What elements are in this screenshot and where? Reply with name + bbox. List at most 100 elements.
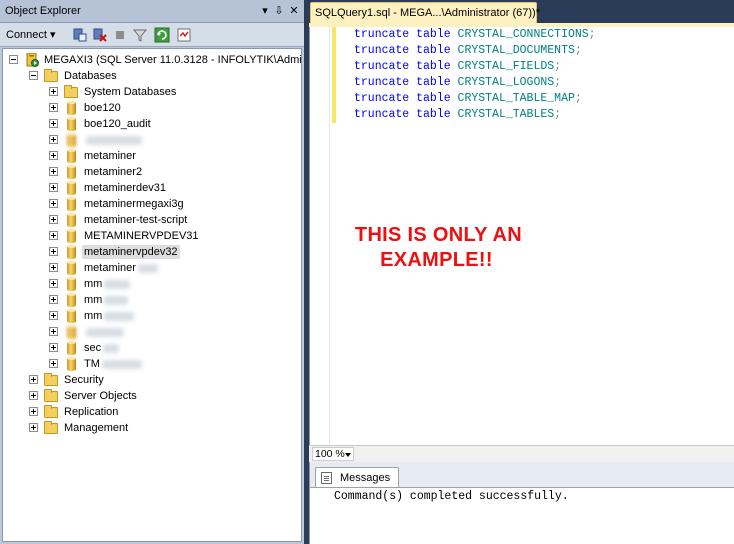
tab-sqlquery1[interactable]: SQLQuery1.sql - MEGA...\Administrator (6…: [310, 2, 540, 23]
database-icon: [64, 277, 80, 291]
expand-icon[interactable]: [49, 231, 58, 240]
pin-icon[interactable]: ⇩: [272, 3, 286, 19]
management-label: Management: [64, 422, 129, 434]
database-label: metaminer2: [84, 166, 143, 178]
database-icon: [64, 149, 80, 163]
database-icon: [64, 229, 80, 243]
filter-icon[interactable]: [132, 27, 148, 43]
database-label: TM: [84, 357, 142, 371]
database-label: metaminer-test-script: [84, 214, 188, 226]
window-position-icon[interactable]: ▾: [258, 3, 272, 19]
database-label: boe120_audit: [84, 118, 151, 130]
database-label: metaminerdev31: [84, 182, 166, 194]
replication-label: Replication: [64, 406, 119, 418]
zoom-level: 100 %: [315, 448, 345, 460]
database-label-redacted: [84, 133, 142, 147]
code-line[interactable]: truncate table CRYSTAL_TABLE_MAP;: [354, 91, 582, 107]
zoom-select[interactable]: 100 %: [312, 447, 354, 461]
refresh-icon[interactable]: [154, 27, 170, 43]
database-icon: [64, 357, 80, 371]
expand-icon[interactable]: [29, 375, 38, 384]
collapse-icon[interactable]: [9, 55, 18, 64]
expand-icon[interactable]: [49, 103, 58, 112]
connect-button[interactable]: Connect ▾: [6, 28, 56, 41]
expand-icon[interactable]: [49, 343, 58, 352]
editor-zoom-bar: 100 %: [309, 445, 734, 462]
server-icon: [26, 53, 39, 67]
database-label: METAMINERVPDEV31: [84, 230, 199, 242]
expand-icon[interactable]: [49, 327, 58, 336]
expand-icon[interactable]: [49, 87, 58, 96]
server-objects-label: Server Objects: [64, 390, 137, 402]
code-line[interactable]: truncate table CRYSTAL_FIELDS;: [354, 59, 561, 75]
expand-icon[interactable]: [49, 311, 58, 320]
messages-output[interactable]: Command(s) completed successfully.: [310, 487, 734, 544]
expand-icon[interactable]: [49, 359, 58, 368]
expand-icon[interactable]: [49, 183, 58, 192]
code-line[interactable]: truncate table CRYSTAL_CONNECTIONS;: [354, 27, 596, 43]
messages-icon: [321, 472, 332, 484]
collapse-icon[interactable]: [29, 71, 38, 80]
database-icon: [64, 261, 80, 275]
expand-icon[interactable]: [29, 391, 38, 400]
expand-icon[interactable]: [49, 247, 58, 256]
expand-icon[interactable]: [49, 263, 58, 272]
tab-title: SQLQuery1.sql - MEGA...\Administrator (6…: [315, 7, 540, 19]
code-line[interactable]: truncate table CRYSTAL_TABLES;: [354, 107, 561, 123]
stop-icon[interactable]: [112, 27, 128, 43]
message-text: Command(s) completed successfully.: [334, 490, 569, 503]
expand-icon[interactable]: [49, 167, 58, 176]
expand-icon[interactable]: [49, 119, 58, 128]
object-explorer-tree[interactable]: MEGAXI3 (SQL Server 11.0.3128 - INFOLYTI…: [2, 48, 302, 542]
database-label: metaminer: [84, 150, 136, 162]
example-watermark-line1: THIS IS ONLY AN: [354, 224, 523, 246]
database-label: System Databases: [84, 86, 177, 98]
chevron-down-icon: [345, 453, 351, 457]
activity-monitor-icon[interactable]: [176, 27, 192, 43]
document-area: SQLQuery1.sql - MEGA...\Administrator (6…: [304, 0, 734, 544]
folder-icon: [44, 421, 60, 435]
query-editor[interactable]: truncate table CRYSTAL_CONNECTIONS; trun…: [309, 27, 734, 445]
close-icon[interactable]: ✕: [287, 3, 301, 19]
expand-icon[interactable]: [29, 407, 38, 416]
expand-icon[interactable]: [49, 151, 58, 160]
database-icon: [64, 293, 80, 307]
expand-icon[interactable]: [29, 423, 38, 432]
database-label-redacted: [84, 325, 124, 339]
database-icon: [64, 117, 80, 131]
connect-server-icon[interactable]: [72, 27, 88, 43]
example-watermark-line2: EXAMPLE!!: [380, 249, 493, 271]
expand-icon[interactable]: [49, 135, 58, 144]
database-icon: [64, 213, 80, 227]
database-label: mm: [84, 309, 135, 323]
database-icon: [64, 165, 80, 179]
code-line[interactable]: truncate table CRYSTAL_DOCUMENTS;: [354, 43, 582, 59]
folder-icon: [44, 389, 60, 403]
database-icon: [64, 101, 80, 115]
database-label: mm: [84, 293, 129, 307]
folder-icon: [44, 69, 60, 83]
folder-icon: [44, 405, 60, 419]
databases-label: Databases: [64, 70, 117, 82]
object-explorer-toolbar: Connect ▾: [0, 23, 304, 47]
database-label: metaminer: [84, 261, 158, 275]
expand-icon[interactable]: [49, 279, 58, 288]
expand-icon[interactable]: [49, 295, 58, 304]
tab-messages[interactable]: Messages: [315, 467, 399, 488]
database-label: sec: [84, 341, 120, 355]
database-icon: [64, 181, 80, 195]
database-icon: [64, 309, 80, 323]
expand-icon[interactable]: [49, 215, 58, 224]
database-icon: [64, 133, 80, 147]
database-icon: [64, 245, 80, 259]
database-icon: [64, 325, 80, 339]
change-indicator-bar: [332, 27, 336, 123]
object-explorer-title: Object Explorer: [5, 5, 81, 17]
disconnect-server-icon[interactable]: [92, 27, 108, 43]
folder-icon: [64, 85, 80, 99]
database-icon: [64, 197, 80, 211]
database-icon: [64, 341, 80, 355]
code-line[interactable]: truncate table CRYSTAL_LOGONS;: [354, 75, 561, 91]
database-label: mm: [84, 277, 131, 291]
expand-icon[interactable]: [49, 199, 58, 208]
